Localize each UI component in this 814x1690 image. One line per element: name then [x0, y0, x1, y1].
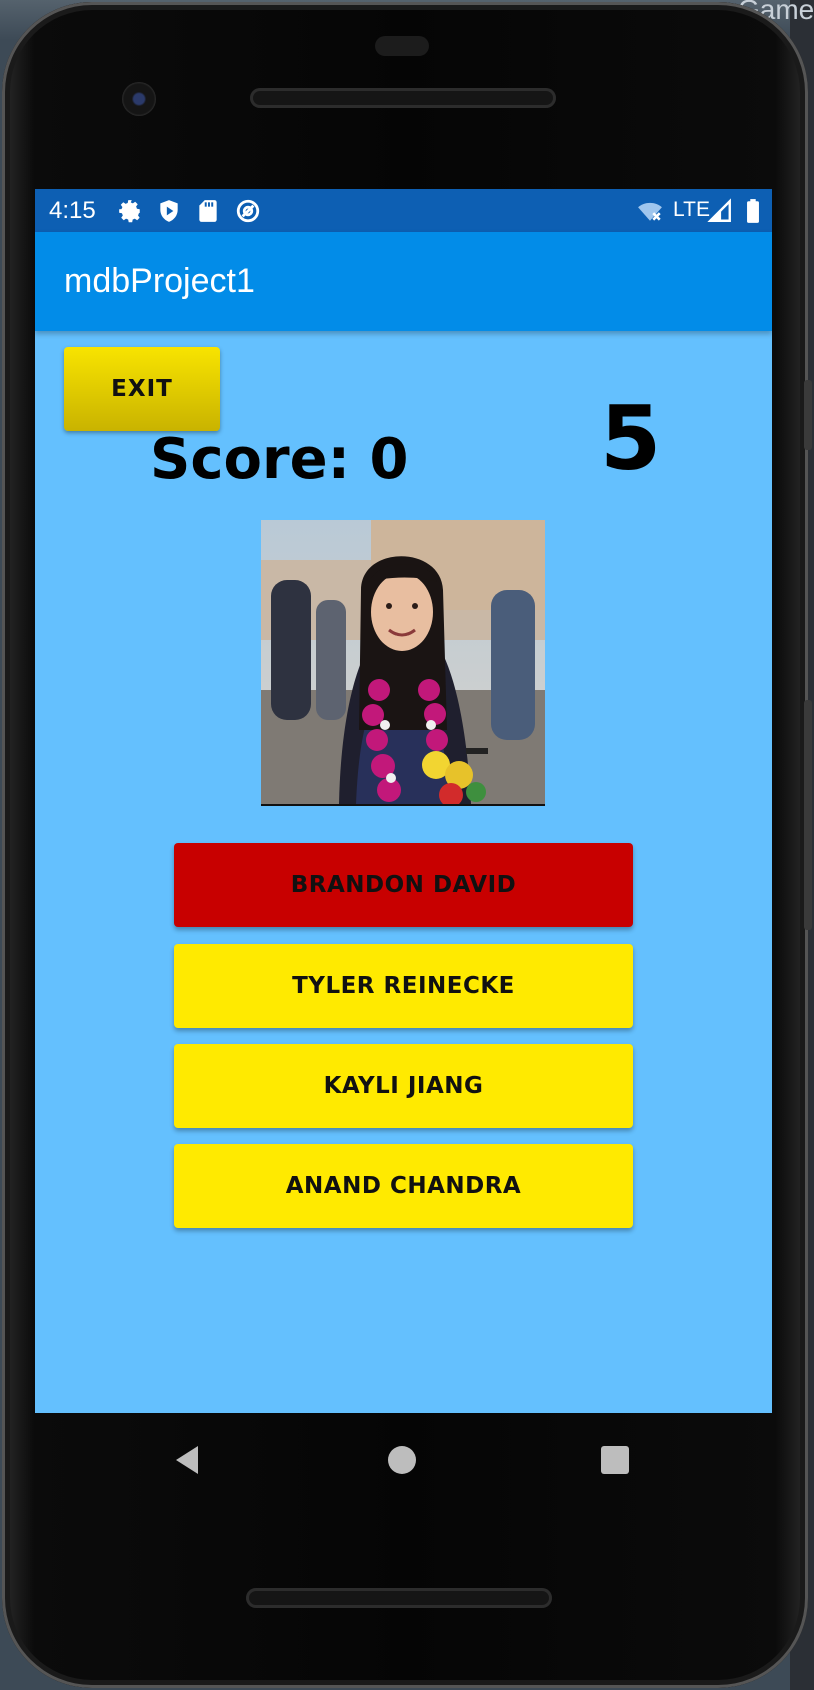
- wifi-off-icon: [638, 202, 662, 221]
- signal-icon: [707, 198, 731, 222]
- shield-icon: [160, 200, 178, 222]
- member-photo: [261, 520, 545, 806]
- battery-icon: [747, 199, 759, 223]
- home-icon[interactable]: [386, 1444, 418, 1476]
- choice-button-1[interactable]: BRANDON DAVID: [174, 843, 633, 927]
- phone-screen: 4:15 LTE mdbProject1 EXIT Score: 0 5 BRA…: [35, 189, 772, 1413]
- front-camera-icon: [122, 82, 156, 116]
- recents-icon[interactable]: [600, 1445, 630, 1475]
- gear-icon: [119, 200, 140, 223]
- choice-button-4[interactable]: ANAND CHANDRA: [174, 1144, 633, 1228]
- score-label: Score: 0: [150, 427, 409, 492]
- app-bar: mdbProject1: [35, 232, 772, 331]
- navigation-bar: [35, 1413, 772, 1513]
- countdown-timer: 5: [600, 387, 662, 490]
- bottom-speaker: [246, 1588, 552, 1608]
- exit-button[interactable]: EXIT: [64, 347, 220, 431]
- phone-volume-key: [804, 700, 812, 930]
- earpiece-speaker: [250, 88, 556, 108]
- status-time: 4:15: [49, 197, 96, 224]
- choice-button-2[interactable]: TYLER REINECKE: [174, 944, 633, 1028]
- choice-button-3[interactable]: KAYLI JIANG: [174, 1044, 633, 1128]
- network-type-label: LTE: [673, 198, 710, 221]
- status-bar: 4:15 LTE: [35, 189, 772, 232]
- sd-card-icon: [199, 200, 217, 222]
- app-title: mdbProject1: [64, 262, 255, 300]
- at-sign-icon: [236, 199, 260, 223]
- phone-side-key: [804, 380, 812, 450]
- proximity-sensor: [375, 36, 429, 56]
- back-icon[interactable]: [172, 1443, 202, 1477]
